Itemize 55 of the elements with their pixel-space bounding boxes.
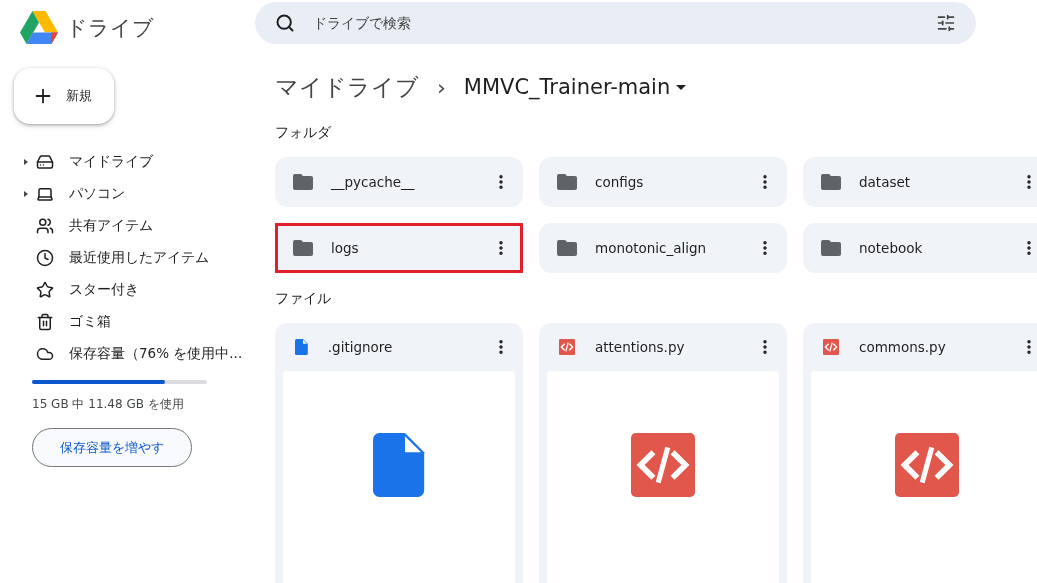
folder-icon — [557, 240, 577, 256]
file-name: commons.py — [859, 339, 947, 355]
code-file-icon — [631, 433, 695, 497]
search-bar[interactable]: ドライブで検索 — [255, 2, 976, 44]
sidebar-item[interactable]: スター付き — [0, 274, 255, 306]
file-card[interactable]: attentions.py — [539, 323, 787, 583]
folder-item[interactable]: notebook — [803, 223, 1037, 273]
folder-icon — [557, 174, 577, 190]
cloud-icon — [36, 345, 54, 363]
document-icon — [295, 339, 308, 355]
expand-caret-icon[interactable] — [22, 190, 30, 198]
folder-icon — [821, 240, 841, 256]
document-icon — [373, 433, 425, 497]
file-name: attentions.py — [595, 339, 686, 355]
get-more-storage-button[interactable]: 保存容量を増やす — [32, 428, 192, 467]
section-heading: フォルダ — [275, 124, 332, 142]
sidebar-item[interactable]: 共有アイテム — [0, 210, 255, 242]
drive-icon — [36, 153, 54, 171]
expand-caret-icon[interactable] — [22, 158, 30, 166]
folder-icon — [821, 174, 841, 190]
drive-logo-icon — [20, 11, 58, 45]
breadcrumb-separator: › — [437, 74, 446, 100]
folder-item[interactable]: __pycache__ — [275, 157, 523, 207]
current-folder-dropdown[interactable]: MMVC_Trainer-main — [463, 75, 687, 99]
storage-usage-text: 15 GB 中 11.48 GB を使用 — [32, 396, 185, 413]
code-file-icon — [559, 339, 575, 355]
folder-icon — [293, 174, 313, 190]
sidebar-item[interactable]: 最近使用したアイテム — [0, 242, 255, 274]
sidebar-item[interactable]: 保存容量（76% を使用中... — [0, 338, 255, 370]
sidebar-item[interactable]: ゴミ箱 — [0, 306, 255, 338]
dropdown-caret-icon — [676, 84, 687, 90]
code-file-icon — [823, 339, 839, 355]
sidebar-item[interactable]: パソコン — [0, 178, 255, 210]
breadcrumb-link[interactable]: マイドライブ — [275, 71, 419, 103]
sidebar-item[interactable]: マイドライブ — [0, 146, 255, 178]
folder-item[interactable]: dataset — [803, 157, 1037, 207]
search-icon — [275, 13, 295, 33]
folder-item[interactable]: configs — [539, 157, 787, 207]
star-icon — [36, 281, 54, 299]
file-card[interactable]: commons.py — [803, 323, 1037, 583]
filter-icon[interactable] — [936, 13, 956, 33]
new-button[interactable]: 新規 — [14, 68, 114, 124]
folder-icon — [293, 240, 313, 256]
trash-icon — [36, 313, 54, 331]
app-title: ドライブ — [66, 15, 154, 42]
clock-icon — [36, 249, 54, 267]
folder-item[interactable]: logs — [275, 223, 523, 273]
file-name: .gitignore — [327, 339, 394, 355]
search-input[interactable]: ドライブで検索 — [311, 14, 920, 32]
computer-icon — [36, 185, 54, 203]
folder-item[interactable]: monotonic_align — [539, 223, 787, 273]
code-file-icon — [895, 433, 959, 497]
section-heading: ファイル — [275, 290, 332, 308]
people-icon — [36, 217, 54, 235]
file-card[interactable]: .gitignore — [275, 323, 523, 583]
